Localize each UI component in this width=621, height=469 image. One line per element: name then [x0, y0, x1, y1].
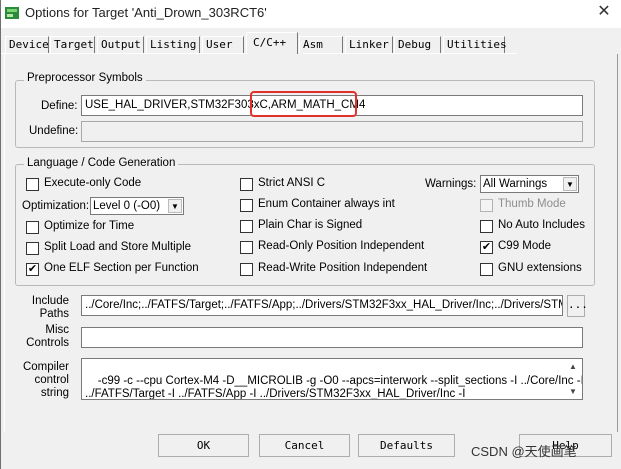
- preprocessor-legend: Preprocessor Symbols: [24, 72, 146, 84]
- watermark: CSDN @天使画笔: [471, 444, 577, 459]
- compiler-string-text: -c99 -c --cpu Cortex-M4 -D__MICROLIB -g …: [85, 375, 582, 400]
- ro-position-checkbox[interactable]: [240, 241, 253, 254]
- ok-button[interactable]: OK: [158, 434, 249, 457]
- enum-container-label: Enum Container always int: [258, 198, 395, 210]
- thumb-mode-label: Thumb Mode: [498, 198, 566, 210]
- undefine-input[interactable]: [81, 121, 583, 142]
- tab-asm[interactable]: Asm: [299, 36, 343, 53]
- tab-device[interactable]: Device: [5, 36, 49, 53]
- plain-char-checkbox[interactable]: [240, 220, 253, 233]
- no-auto-includes-checkbox[interactable]: [480, 220, 493, 233]
- no-auto-includes-label: No Auto Includes: [498, 219, 585, 231]
- rw-position-checkbox[interactable]: [240, 263, 253, 276]
- strict-ansi-checkbox[interactable]: [240, 178, 253, 191]
- chevron-down-icon: ▼: [168, 199, 182, 213]
- scroll-down-icon[interactable]: ▼: [569, 387, 619, 396]
- chevron-down-icon: ▼: [563, 177, 577, 191]
- execute-only-label: Execute-only Code: [44, 177, 142, 189]
- execute-only-checkbox[interactable]: [26, 178, 39, 191]
- gnu-extensions-checkbox[interactable]: [480, 263, 493, 276]
- window-title: Options for Target 'Anti_Drown_303RCT6': [25, 5, 267, 20]
- thumb-mode-checkbox[interactable]: [480, 199, 493, 212]
- tab-listing[interactable]: Listing: [146, 36, 200, 53]
- check-icon: ✔: [27, 263, 38, 275]
- options-dialog: Options for Target 'Anti_Drown_303RCT6' …: [0, 0, 621, 469]
- optimization-label: Optimization:: [22, 200, 90, 212]
- optimize-time-checkbox[interactable]: [26, 221, 39, 234]
- tab-output[interactable]: Output: [97, 36, 144, 53]
- cancel-button[interactable]: Cancel: [259, 434, 350, 457]
- language-legend: Language / Code Generation: [24, 157, 179, 169]
- title-bar: Options for Target 'Anti_Drown_303RCT6' …: [1, 0, 621, 28]
- optimization-select[interactable]: Level 0 (-O0) ▼: [90, 197, 184, 215]
- compiler-string-textarea[interactable]: -c99 -c --cpu Cortex-M4 -D__MICROLIB -g …: [81, 358, 583, 400]
- tab-utilities[interactable]: Utilities: [443, 36, 507, 53]
- include-paths-input[interactable]: ../Core/Inc;../FATFS/Target;../FATFS/App…: [81, 295, 563, 316]
- optimization-value: Level 0 (-O0): [93, 200, 161, 212]
- warnings-select[interactable]: All Warnings ▼: [480, 175, 579, 193]
- split-load-label: Split Load and Store Multiple: [44, 241, 192, 253]
- tab-user[interactable]: User: [202, 36, 244, 53]
- gnu-extensions-label: GNU extensions: [498, 262, 582, 274]
- rw-position-label: Read-Write Position Independent: [258, 262, 428, 274]
- close-icon[interactable]: ✕: [595, 3, 613, 21]
- plain-char-label: Plain Char is Signed: [258, 219, 363, 231]
- browse-button[interactable]: ...: [567, 295, 588, 317]
- split-load-checkbox[interactable]: [26, 242, 39, 255]
- check-icon: ✔: [481, 241, 492, 253]
- c99-mode-label: C99 Mode: [498, 240, 552, 252]
- scroll-up-icon[interactable]: ▲: [569, 362, 619, 371]
- warnings-label: Warnings:: [425, 178, 477, 190]
- tab-debug[interactable]: Debug: [394, 36, 441, 53]
- one-elf-label: One ELF Section per Function: [44, 262, 199, 274]
- keil-app-icon: [5, 7, 19, 19]
- misc-controls-input[interactable]: [81, 327, 583, 348]
- one-elf-checkbox[interactable]: ✔: [26, 263, 39, 276]
- tab-c-cpp[interactable]: C/C++: [246, 32, 298, 54]
- c99-mode-checkbox[interactable]: ✔: [480, 241, 493, 254]
- optimize-time-label: Optimize for Time: [44, 220, 135, 232]
- defaults-button[interactable]: Defaults: [358, 434, 455, 457]
- warnings-value: All Warnings: [483, 178, 548, 190]
- undefine-label: Undefine:: [29, 125, 79, 137]
- enum-container-checkbox[interactable]: [240, 199, 253, 212]
- compiler-string-label: Compiler control string: [22, 361, 69, 399]
- tab-target[interactable]: Target: [50, 36, 95, 53]
- include-paths-label: Include Paths: [31, 295, 69, 320]
- ro-position-label: Read-Only Position Independent: [258, 240, 425, 252]
- misc-controls-label: Misc Controls: [26, 324, 69, 349]
- define-label: Define:: [41, 100, 78, 112]
- tab-linker[interactable]: Linker: [345, 36, 393, 53]
- strict-ansi-label: Strict ANSI C: [258, 177, 326, 189]
- annotation-highlight-box: [250, 91, 357, 117]
